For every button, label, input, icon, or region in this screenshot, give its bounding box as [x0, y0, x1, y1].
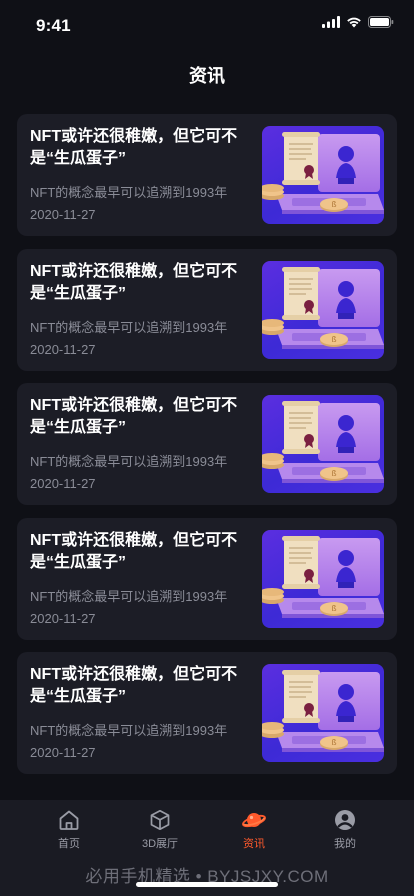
- news-card-thumbnail: ß: [262, 664, 384, 762]
- news-feed: NFT或许还很稚嫩，但它可不是“生瓜蛋子” NFT的概念最早可以追溯到1993年…: [17, 114, 397, 787]
- home-icon: [59, 810, 79, 830]
- news-card-subtitle: NFT的概念最早可以追溯到1993年: [30, 723, 228, 738]
- battery-icon: [368, 16, 394, 28]
- signal-icon: [322, 16, 340, 28]
- tab-profile[interactable]: 我的: [310, 808, 380, 851]
- status-bar: 9:41: [0, 0, 414, 50]
- status-icons: [322, 16, 394, 28]
- news-card-date: 2020-11-27: [30, 745, 96, 760]
- news-card-thumbnail: ß: [262, 395, 384, 493]
- nft-laptop-illustration-icon: ß: [262, 401, 384, 483]
- tab-3d-gallery-label: 3D展厅: [141, 838, 179, 850]
- news-card[interactable]: NFT或许还很稚嫩，但它可不是“生瓜蛋子” NFT的概念最早可以追溯到1993年…: [17, 248, 397, 371]
- news-card-thumbnail: ß: [262, 529, 384, 628]
- svg-text:ß: ß: [331, 200, 336, 209]
- tab-news-label: 资讯: [243, 838, 265, 850]
- cube-icon: [150, 809, 170, 831]
- news-card[interactable]: NFT或许还很稚嫩，但它可不是“生瓜蛋子” NFT的概念最早可以追溯到1993年…: [17, 652, 397, 774]
- news-card-date: 2020-11-27: [30, 610, 96, 626]
- tab-profile-label: 我的: [334, 838, 356, 850]
- svg-text:ß: ß: [331, 738, 336, 747]
- news-card[interactable]: NFT或许还很稚嫩，但它可不是“生瓜蛋子” NFT的概念最早可以追溯到1993年…: [17, 517, 397, 640]
- news-card-title: NFT或许还很稚嫩，但它可不是“生瓜蛋子”: [30, 531, 238, 571]
- news-card-date: 2020-11-27: [30, 341, 96, 357]
- page-title: 资讯: [189, 66, 225, 86]
- news-card-title: NFT或许还很稚嫩，但它可不是“生瓜蛋子”: [30, 666, 238, 705]
- tab-home-label: 首页: [58, 838, 80, 850]
- news-card-thumbnail: ß: [262, 260, 384, 359]
- profile-icon: [335, 810, 355, 830]
- news-card-title: NFT或许还很稚嫩，但它可不是“生瓜蛋子”: [30, 128, 238, 167]
- news-card-title: NFT或许还很稚嫩，但它可不是“生瓜蛋子”: [30, 397, 238, 436]
- news-card[interactable]: NFT或许还很稚嫩，但它可不是“生瓜蛋子” NFT的概念最早可以追溯到1993年…: [17, 383, 397, 505]
- nft-laptop-illustration-icon: ß: [262, 535, 384, 618]
- home-indicator[interactable]: [136, 882, 278, 887]
- news-card-subtitle: NFT的概念最早可以追溯到1993年: [30, 319, 228, 335]
- svg-text:ß: ß: [331, 604, 336, 613]
- tab-3d-gallery[interactable]: 3D展厅: [125, 808, 195, 851]
- news-card-date: 2020-11-27: [30, 207, 96, 222]
- news-card-date: 2020-11-27: [30, 476, 96, 491]
- nft-laptop-illustration-icon: ß: [262, 266, 384, 349]
- nft-laptop-illustration-icon: ß: [262, 670, 384, 752]
- news-card-title: NFT或许还很稚嫩，但它可不是“生瓜蛋子”: [30, 262, 238, 302]
- wifi-icon: [347, 17, 361, 28]
- news-card-thumbnail: ß: [262, 126, 384, 224]
- svg-text:ß: ß: [331, 335, 336, 344]
- news-card-subtitle: NFT的概念最早可以追溯到1993年: [30, 588, 228, 604]
- news-card-subtitle: NFT的概念最早可以追溯到1993年: [30, 454, 228, 469]
- planet-icon: [242, 813, 266, 828]
- tab-home[interactable]: 首页: [34, 808, 104, 851]
- news-card[interactable]: NFT或许还很稚嫩，但它可不是“生瓜蛋子” NFT的概念最早可以追溯到1993年…: [17, 114, 397, 236]
- svg-text:ß: ß: [331, 469, 336, 478]
- tab-news[interactable]: 资讯: [219, 808, 289, 851]
- news-card-subtitle: NFT的概念最早可以追溯到1993年: [30, 185, 228, 200]
- status-time: 9:41: [36, 16, 71, 35]
- nft-laptop-illustration-icon: ß: [262, 132, 384, 214]
